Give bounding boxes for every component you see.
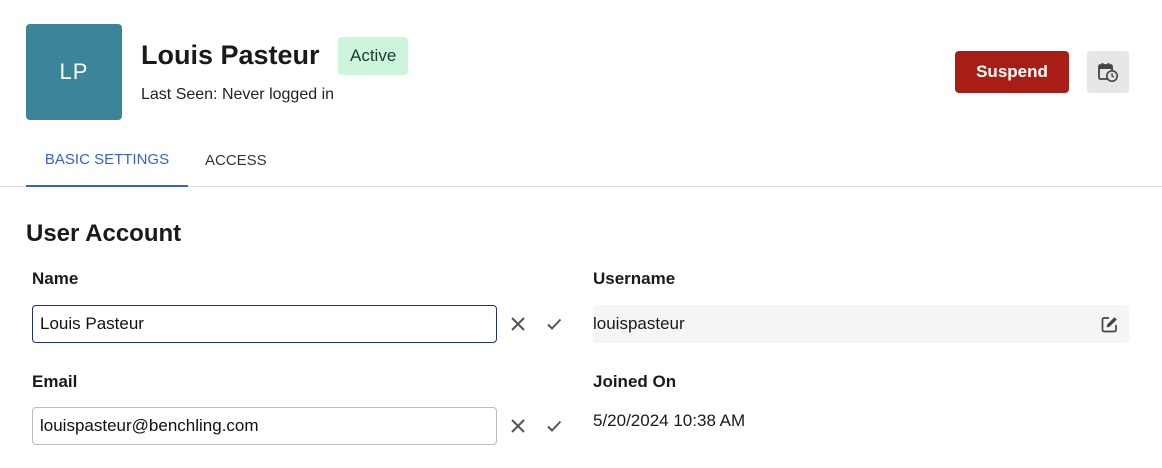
avatar: LP — [26, 24, 122, 120]
close-icon — [509, 417, 527, 435]
username-label: Username — [593, 269, 676, 288]
calendar-clock-icon — [1097, 61, 1119, 83]
check-icon — [545, 315, 563, 333]
check-icon — [545, 417, 563, 435]
edit-username-button[interactable] — [1099, 314, 1119, 334]
cancel-name-button[interactable] — [506, 312, 530, 336]
tab-bar: BASIC SETTINGS ACCESS — [0, 134, 1162, 187]
suspend-button[interactable]: Suspend — [955, 51, 1069, 93]
section-title: User Account — [26, 220, 182, 247]
name-input[interactable] — [32, 305, 497, 343]
username-value: louispasteur — [593, 314, 685, 333]
last-seen-text: Last Seen: Never logged in — [141, 86, 335, 103]
cancel-email-button[interactable] — [506, 414, 530, 438]
confirm-email-button[interactable] — [542, 414, 566, 438]
user-name: Louis Pasteur — [141, 40, 320, 70]
close-icon — [509, 315, 527, 333]
tab-access[interactable]: ACCESS — [205, 134, 267, 187]
status-badge: Active — [338, 37, 409, 75]
joined-label: Joined On — [593, 372, 677, 391]
email-label: Email — [32, 372, 78, 391]
name-label: Name — [32, 269, 79, 288]
username-field: louispasteur — [593, 305, 1129, 343]
tab-basic-settings[interactable]: BASIC SETTINGS — [26, 134, 188, 187]
edit-icon — [1100, 315, 1119, 334]
confirm-name-button[interactable] — [542, 312, 566, 336]
email-input[interactable] — [32, 407, 497, 445]
joined-value: 5/20/2024 10:38 AM — [593, 411, 746, 430]
history-button[interactable] — [1087, 51, 1129, 93]
